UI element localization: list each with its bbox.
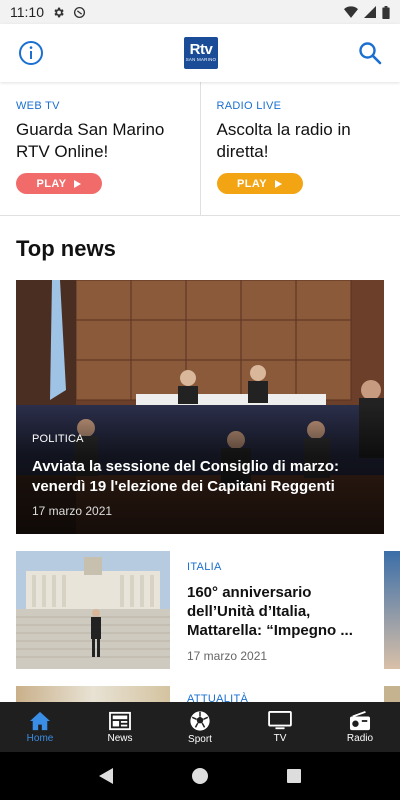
signal-icon — [364, 6, 376, 18]
top-news-title: Top news — [16, 236, 116, 261]
wifi-icon — [344, 6, 358, 18]
hero-category: POLITICA — [32, 433, 84, 445]
nav-item-sport[interactable]: Sport — [160, 702, 240, 752]
nav-item-home[interactable]: Home — [0, 702, 80, 752]
status-time: 11:10 — [10, 4, 44, 20]
radio-live-title: Ascolta la radio in diretta! — [216, 120, 351, 161]
soccer-ball-icon — [190, 710, 210, 731]
bottom-navigation: Home News Sport TV Radio — [0, 702, 400, 752]
status-bar: 11:10 — [0, 0, 400, 24]
radio-live-play-label: PLAY — [237, 177, 267, 190]
hero-date: 17 marzo 2021 — [32, 504, 113, 518]
radio-live-card[interactable]: RADIO LIVE Ascolta la radio in diretta! … — [199, 82, 400, 215]
hero-news-card[interactable]: POLITICA Avviata la sessione del Consigl… — [16, 280, 384, 534]
nav-label-home: Home — [26, 732, 54, 744]
news-title: 160° anniversario dell’Unità d’Italia, M… — [187, 584, 353, 639]
battery-icon — [382, 5, 390, 19]
web-tv-card[interactable]: WEB TV Guarda San Marino RTV Online! PLA… — [0, 82, 200, 215]
nav-item-tv[interactable]: TV — [240, 702, 320, 752]
home-icon — [30, 711, 50, 730]
tv-icon — [268, 710, 292, 729]
rtv-logo[interactable]: Rtv SAN MARINO — [184, 37, 218, 69]
web-tv-play-button[interactable]: PLAY — [16, 173, 102, 194]
app-header: Rtv SAN MARINO — [0, 24, 400, 82]
hero-title: Avviata la sessione del Consiglio di mar… — [32, 458, 340, 495]
home-circle-icon[interactable] — [191, 767, 209, 785]
nav-label-tv: TV — [273, 732, 287, 744]
nav-label-news: News — [107, 732, 133, 744]
radio-live-play-button[interactable]: PLAY — [216, 173, 303, 194]
info-icon[interactable] — [18, 40, 44, 66]
web-tv-title: Guarda San Marino RTV Online! — [16, 120, 165, 161]
news-category: ITALIA — [187, 561, 222, 573]
web-tv-kicker: WEB TV — [16, 100, 60, 112]
newspaper-icon — [109, 711, 131, 730]
logo-subtext: SAN MARINO — [185, 57, 217, 62]
news-thumbnail — [16, 551, 170, 669]
settings-icon — [54, 7, 64, 17]
recents-icon[interactable] — [286, 768, 302, 784]
system-navigation-bar — [0, 752, 400, 800]
live-section: WEB TV Guarda San Marino RTV Online! PLA… — [0, 82, 400, 216]
play-icon — [274, 179, 282, 188]
nav-label-sport: Sport — [188, 733, 212, 745]
back-icon[interactable] — [98, 767, 114, 785]
logo-text: Rtv — [189, 41, 213, 58]
nav-item-radio[interactable]: Radio — [320, 702, 400, 752]
nav-item-news[interactable]: News — [80, 702, 160, 752]
radio-icon — [350, 710, 370, 730]
radio-live-kicker: RADIO LIVE — [216, 100, 282, 112]
no-disturb-icon — [73, 6, 86, 18]
web-tv-play-label: PLAY — [36, 177, 67, 190]
news-date: 17 marzo 2021 — [187, 649, 268, 663]
search-icon[interactable] — [358, 41, 382, 65]
nav-label-radio: Radio — [346, 732, 374, 744]
play-icon — [74, 179, 82, 188]
side-ad-peek[interactable] — [384, 551, 400, 669]
news-list-item[interactable]: ITALIA 160° anniversario dell’Unità d’It… — [16, 551, 400, 671]
